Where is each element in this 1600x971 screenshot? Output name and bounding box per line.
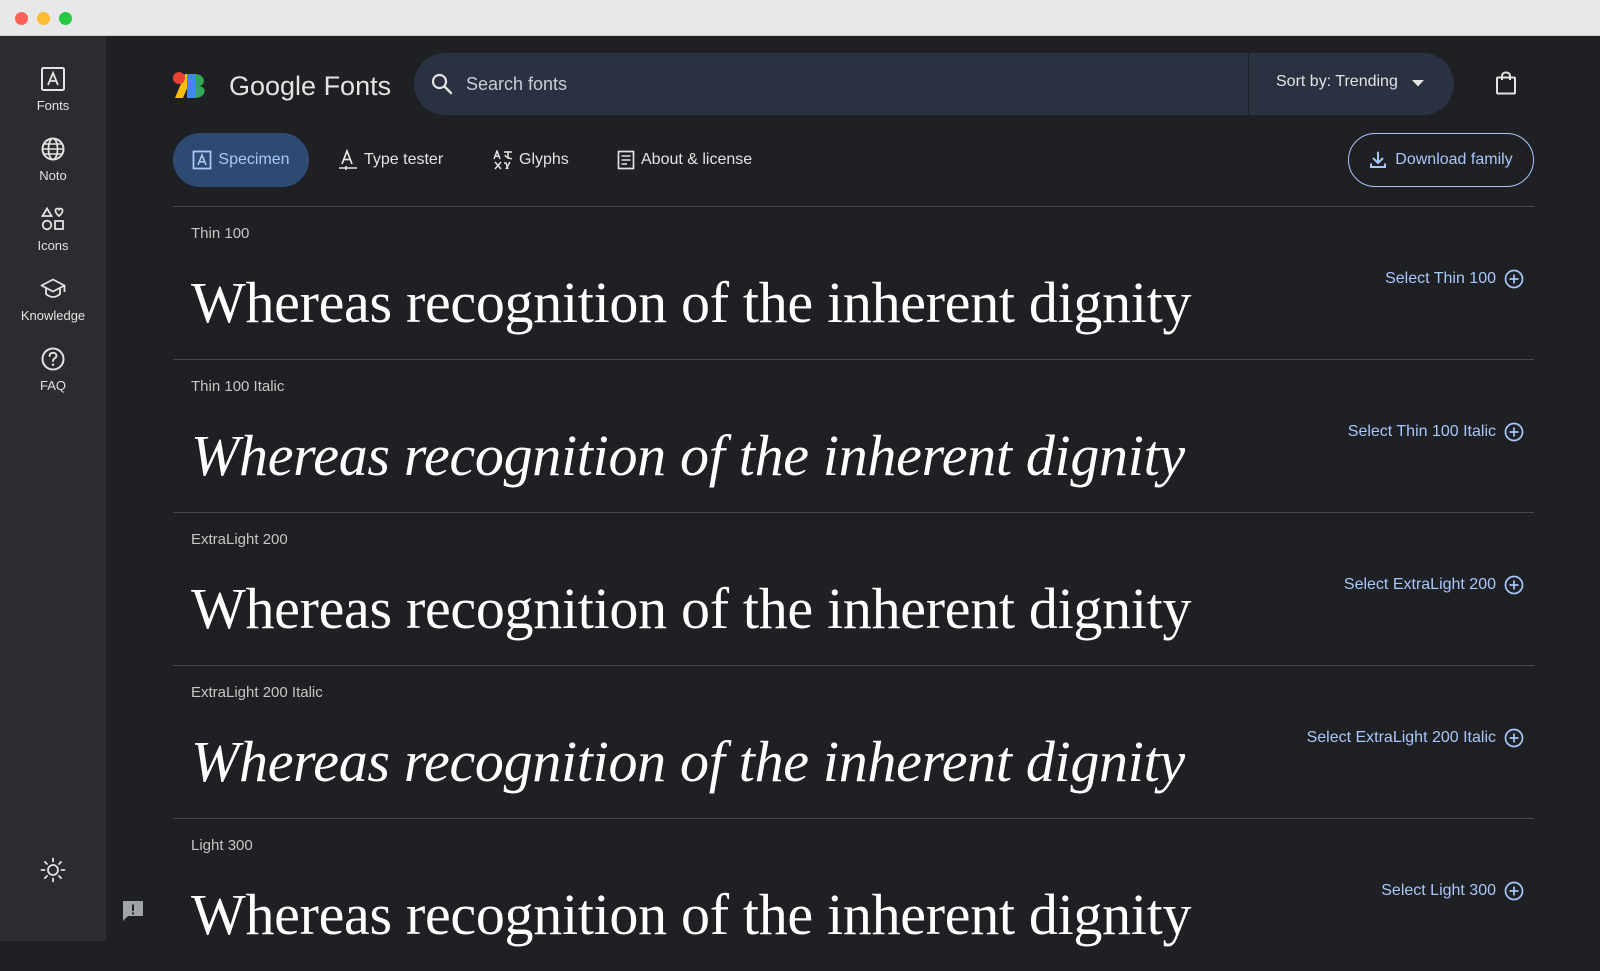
- sidebar-item-label: FAQ: [39, 378, 66, 393]
- tab-label: Specimen: [218, 151, 290, 168]
- sidebar-item-label: Fonts: [36, 98, 70, 113]
- caret-down-icon[interactable]: [1412, 80, 1424, 87]
- sidebar-item-label: Icons: [37, 238, 69, 253]
- feedback-button[interactable]: [120, 898, 146, 924]
- browser-window: Fonts Noto Icons Knowledge FAQ Google Fo…: [0, 0, 1600, 947]
- style-row-extralight-200: ExtraLight 200 Whereas recognition of th…: [173, 512, 1534, 665]
- google-fonts-logo[interactable]: Google Fonts: [173, 66, 393, 106]
- sun-icon: [40, 857, 66, 883]
- style-row-light-300: Light 300 Whereas recognition of the inh…: [173, 818, 1534, 971]
- style-sample-text: Whereas recognition of the inherent dign…: [191, 882, 1192, 947]
- tab-label: About & license: [641, 151, 753, 168]
- title-bar: [0, 0, 1600, 36]
- select-style-label: Select ExtraLight 200: [1343, 576, 1496, 593]
- graduation-cap-icon: [40, 278, 66, 298]
- search-bar: Sort by: Trending: [414, 53, 1454, 115]
- style-name: Thin 100: [191, 225, 250, 242]
- style-row-thin-100: Thin 100 Whereas recognition of the inhe…: [173, 206, 1534, 359]
- plus-circle-icon: [1504, 269, 1524, 289]
- document-icon: [617, 150, 635, 170]
- tab-specimen[interactable]: Specimen: [173, 133, 309, 187]
- sidebar-item-noto[interactable]: Noto: [0, 136, 106, 202]
- style-row-thin-100-italic: Thin 100 Italic Whereas recognition of t…: [173, 359, 1534, 512]
- type-tester-icon: [339, 149, 357, 170]
- style-sample-text: Whereas recognition of the inherent dign…: [191, 576, 1192, 641]
- download-family-button[interactable]: Download family: [1348, 133, 1534, 187]
- plus-circle-icon: [1504, 422, 1524, 442]
- tab-type-tester[interactable]: Type tester: [338, 133, 443, 187]
- theme-toggle-button[interactable]: [39, 856, 67, 884]
- shapes-icon: [40, 206, 64, 231]
- select-style-button[interactable]: Select Thin 100: [1385, 269, 1524, 289]
- feedback-icon: [123, 901, 143, 921]
- close-window-button[interactable]: [15, 12, 28, 25]
- tab-label: Type tester: [364, 151, 444, 168]
- sidebar-item-knowledge[interactable]: Knowledge: [0, 276, 106, 342]
- select-style-button[interactable]: Select ExtraLight 200: [1344, 575, 1524, 595]
- style-name: Thin 100 Italic: [191, 378, 285, 395]
- sidebar-item-label: Noto: [39, 168, 67, 183]
- logo-text: Google Fonts: [229, 71, 392, 101]
- select-style-label: Select ExtraLight 200 Italic: [1306, 729, 1496, 746]
- select-style-button[interactable]: Select ExtraLight 200 Italic: [1307, 728, 1524, 748]
- sidebar-item-faq[interactable]: FAQ: [0, 346, 106, 412]
- sidebar-item-fonts[interactable]: Fonts: [0, 66, 106, 132]
- maximize-window-button[interactable]: [59, 12, 72, 25]
- sort-dropdown[interactable]: Sort by: Trending: [1276, 73, 1398, 91]
- select-style-button[interactable]: Select Light 300: [1381, 881, 1524, 901]
- font-box-icon: [193, 150, 212, 170]
- minimize-window-button[interactable]: [37, 12, 50, 25]
- style-row-extralight-200-italic: ExtraLight 200 Italic Whereas recognitio…: [173, 665, 1534, 818]
- style-name: Light 300: [191, 837, 253, 854]
- shopping-bag-icon: [1496, 71, 1516, 95]
- sort-divider: [1248, 53, 1249, 115]
- sidebar-item-icons[interactable]: Icons: [0, 206, 106, 272]
- font-styles-list: Thin 100 Whereas recognition of the inhe…: [173, 206, 1534, 971]
- search-input[interactable]: [466, 65, 1246, 103]
- style-sample-text: Whereas recognition of the inherent dign…: [191, 729, 1185, 794]
- style-name: ExtraLight 200: [191, 531, 288, 548]
- google-fonts-mark-icon: [173, 72, 205, 98]
- plus-circle-icon: [1504, 881, 1524, 901]
- glyphs-icon: [493, 150, 513, 170]
- search-icon: [431, 73, 453, 95]
- help-circle-icon: [41, 347, 65, 371]
- style-sample-text: Whereas recognition of the inherent dign…: [191, 270, 1192, 335]
- tab-label: Glyphs: [519, 151, 569, 168]
- download-label: Download family: [1395, 151, 1513, 168]
- select-style-label: Select Thin 100 Italic: [1347, 423, 1496, 440]
- plus-circle-icon: [1504, 728, 1524, 748]
- download-icon: [1370, 151, 1387, 168]
- select-style-label: Select Light 300: [1381, 882, 1496, 899]
- style-sample-text: Whereas recognition of the inherent dign…: [191, 423, 1185, 488]
- globe-icon: [41, 137, 65, 161]
- style-name: ExtraLight 200 Italic: [191, 684, 323, 701]
- tab-about-license[interactable]: About & license: [617, 133, 752, 187]
- tab-glyphs[interactable]: Glyphs: [493, 133, 569, 187]
- sidebar-item-label: Knowledge: [20, 308, 86, 323]
- plus-circle-icon: [1504, 575, 1524, 595]
- select-style-button[interactable]: Select Thin 100 Italic: [1348, 422, 1524, 442]
- shopping-bag-button[interactable]: [1495, 71, 1517, 100]
- select-style-label: Select Thin 100: [1385, 270, 1496, 287]
- sidebar: Fonts Noto Icons Knowledge FAQ: [0, 36, 106, 941]
- font-box-icon: [41, 67, 65, 91]
